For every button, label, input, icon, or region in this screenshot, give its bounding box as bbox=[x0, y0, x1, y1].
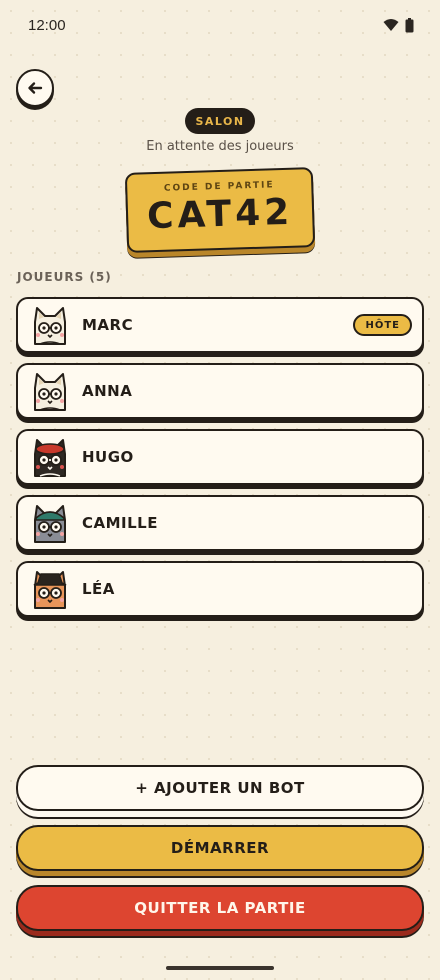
player-name: LÉA bbox=[82, 580, 115, 598]
start-button[interactable]: DÉMARRER bbox=[16, 825, 424, 871]
home-indicator[interactable] bbox=[166, 966, 274, 970]
wifi-icon bbox=[383, 19, 399, 31]
grey-cat-green-cap-avatar bbox=[28, 500, 72, 546]
player-list: MARC HÔTE ANNA HUGO CAMILLE LÉA bbox=[16, 297, 424, 627]
player-row-lea: LÉA bbox=[16, 561, 424, 617]
player-row-hugo: HUGO bbox=[16, 429, 424, 485]
game-code-value: CAT42 bbox=[146, 191, 294, 238]
status-icons bbox=[383, 17, 414, 33]
black-cat-red-beret-avatar bbox=[28, 434, 72, 480]
quit-game-button[interactable]: QUITTER LA PARTIE bbox=[16, 885, 424, 931]
status-time: 12:00 bbox=[28, 16, 66, 34]
waiting-subtitle: En attente des joueurs bbox=[146, 139, 294, 154]
white-cat-avatar bbox=[28, 368, 72, 414]
back-button[interactable] bbox=[16, 69, 54, 107]
add-bot-button[interactable]: + AJOUTER UN BOT bbox=[16, 765, 424, 811]
white-cat-avatar bbox=[28, 302, 72, 348]
arrow-left-icon bbox=[28, 82, 43, 94]
player-name: MARC bbox=[82, 316, 134, 334]
player-row-camille: CAMILLE bbox=[16, 495, 424, 551]
lobby-badge: SALON bbox=[185, 108, 255, 134]
player-name: HUGO bbox=[82, 448, 134, 466]
host-badge: HÔTE bbox=[353, 314, 412, 336]
game-code-card: CODE DE PARTIE CAT42 bbox=[124, 167, 316, 253]
player-row-anna: ANNA bbox=[16, 363, 424, 419]
player-row-marc: MARC HÔTE bbox=[16, 297, 424, 353]
player-name: ANNA bbox=[82, 382, 133, 400]
battery-icon bbox=[405, 17, 414, 32]
player-name: CAMILLE bbox=[82, 514, 158, 532]
status-bar: 12:00 bbox=[0, 0, 440, 50]
orange-cat-black-hat-avatar bbox=[28, 566, 72, 612]
players-header: JOUEURS (5) bbox=[17, 270, 112, 284]
